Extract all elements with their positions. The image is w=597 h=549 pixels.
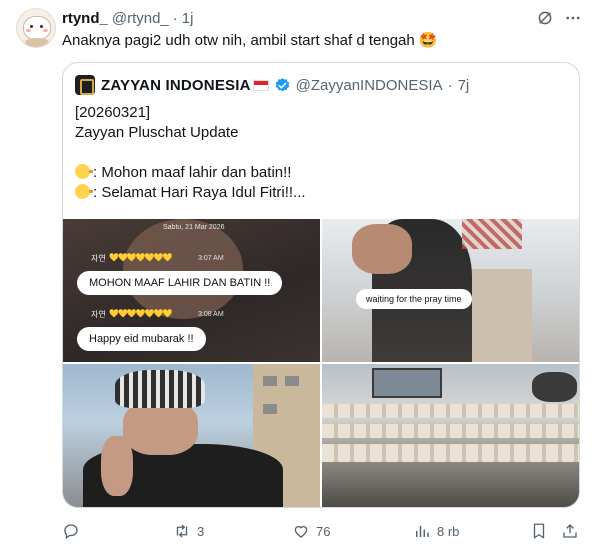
quoted-line: : Mohon maaf lahir dan batin!! [93,164,292,181]
quoted-line-with-emoji: : Mohon maaf lahir dan batin!! [75,163,306,183]
photo-crowd [532,372,577,402]
reply-button[interactable] [62,520,86,542]
photo-window [263,376,277,386]
chat-hearts: 💛💛💛💛💛💛💛 [109,309,173,318]
photo-face [123,400,198,455]
views-button[interactable]: 8 rb [413,520,459,542]
grok-icon[interactable] [536,9,554,27]
indonesia-flag-icon [252,79,269,91]
avatar-cheek [43,29,48,32]
quoted-line: : Selamat Hari Raya Idul Fitri!!... [93,184,306,201]
quoted-author-name: ZAYYAN INDONESIA [101,76,251,94]
photo-window [263,404,277,414]
quoted-line-with-emoji: : Selamat Hari Raya Idul Fitri!!... [75,183,306,203]
photo-rug [322,424,579,438]
media-photo-prayer-rugs[interactable] [322,364,579,507]
author-name[interactable]: rtynd_ [62,10,108,27]
chat-time: 3:07 AM [198,255,224,262]
bookmark-icon [533,523,545,539]
photo-caption: waiting for the pray time [356,289,472,309]
tweet[interactable]: rtynd_ @rtynd_ · 1j Anaknya pagi2 udh ot… [0,0,597,549]
photo-bandana [115,370,205,408]
retweet-button[interactable]: 3 [173,520,204,542]
quoted-header: ZAYYAN INDONESIA @ZayyanINDONESIA · 7j [75,75,469,95]
photo-hand [352,224,412,274]
chat-sender: 자연 [91,310,106,319]
action-bar: 3 76 8 rb [62,520,582,542]
chat-hearts: 💛💛💛💛💛💛💛 [109,253,173,262]
avatar-body [25,38,49,47]
author-handle[interactable]: @rtynd_ [112,10,169,27]
avatar-eye [30,25,33,28]
quoted-text: [20260321] Zayyan Pluschat Update : Moho… [75,103,306,203]
chat-time: 3:08 AM [198,311,224,318]
tweet-text: Anaknya pagi2 udh otw nih, ambil start s… [62,32,438,49]
media-photo-chat-screenshot[interactable]: Sabtu, 21 Mar 2026 자연 💛💛💛💛💛💛💛 3:07 AM MO… [63,219,320,362]
media-photo-selfie[interactable] [63,364,320,507]
views-chart-icon [416,525,429,537]
chat-bubble: MOHON MAAF LAHIR DAN BATIN !! [77,271,283,295]
verified-badge-icon [275,77,289,91]
tweet-time[interactable]: 1j [182,10,194,27]
quoted-line: Zayyan Pluschat Update [75,124,239,141]
separator-dot: · [447,76,453,94]
quoted-time: 7j [457,76,470,94]
photo-plaid [462,219,522,249]
retweet-count: 3 [197,523,205,539]
chat-bubble: Happy eid mubarak !! [77,327,206,351]
share-button[interactable] [561,520,585,542]
reply-icon [64,524,78,540]
media-photo-waiting[interactable]: waiting for the pray time [322,219,579,362]
tweet-header: rtynd_ @rtynd_ · 1j [62,9,193,27]
like-button[interactable]: 76 [292,520,330,542]
avatar-cheek [26,29,31,32]
photo-hand [101,436,133,496]
photo-rug [322,404,579,418]
bookmark-button[interactable] [530,520,554,542]
quoted-avatar[interactable] [75,75,95,95]
author-avatar[interactable] [16,8,56,48]
quoted-author-handle: @ZayyanINDONESIA [295,76,443,94]
like-count: 76 [316,523,331,539]
quoted-line: [20260321] [75,104,151,121]
photo-face [123,219,243,319]
photo-rug [322,444,579,462]
retweet-icon [176,524,188,538]
share-icon [563,524,577,538]
more-options-icon[interactable] [564,9,582,27]
chick-emoji-icon [75,184,93,199]
chat-sender: 자연 [91,254,106,263]
photo-banner [372,368,442,398]
photo-window [285,376,299,386]
separator-dot: · [172,9,178,27]
heart-icon [294,525,308,538]
chat-date: Sabtu, 21 Mar 2026 [163,224,225,231]
avatar-face [23,16,51,40]
quoted-line [75,143,306,163]
views-count: 8 rb [437,523,460,539]
quoted-tweet[interactable]: ZAYYAN INDONESIA @ZayyanINDONESIA · 7j [… [62,62,580,508]
photo-legs [472,269,532,362]
avatar-eye [40,25,43,28]
media-grid: Sabtu, 21 Mar 2026 자연 💛💛💛💛💛💛💛 3:07 AM MO… [63,219,579,507]
chick-emoji-icon [75,164,93,179]
